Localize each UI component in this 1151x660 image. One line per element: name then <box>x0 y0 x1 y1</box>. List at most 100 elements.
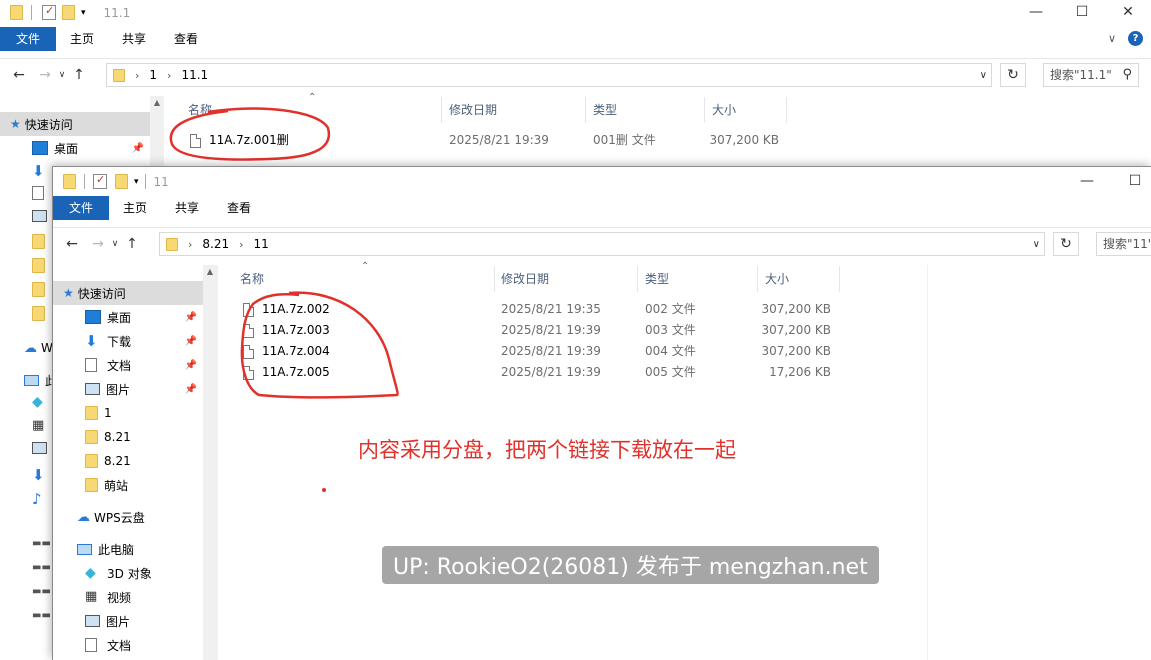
nav-item[interactable]: 1 <box>53 401 203 425</box>
column-divider[interactable] <box>441 97 442 123</box>
up-button[interactable]: ↑ <box>68 67 90 83</box>
breadcrumb-item[interactable]: 11 <box>254 237 269 251</box>
search-input[interactable]: 搜索"11" <box>1096 232 1151 256</box>
scroll-up-icon[interactable]: ▲ <box>150 96 164 110</box>
properties-icon[interactable] <box>42 4 56 20</box>
tab-share[interactable]: 共享 <box>108 27 160 51</box>
breadcrumb-item[interactable]: 8.21 <box>202 237 229 251</box>
chevron-down-icon[interactable]: ▾ <box>134 177 139 187</box>
properties-icon[interactable] <box>93 173 107 189</box>
tab-view[interactable]: 查看 <box>213 196 265 220</box>
tab-home[interactable]: 主页 <box>56 27 108 51</box>
pin-icon[interactable]: 📌 <box>185 384 197 395</box>
column-divider[interactable] <box>637 266 638 292</box>
recent-locations-button[interactable]: ∨ <box>56 70 68 80</box>
refresh-button[interactable]: ↻ <box>1000 63 1026 87</box>
column-header-size[interactable]: 大小 <box>765 266 789 292</box>
minimize-button[interactable]: — <box>1064 169 1110 194</box>
nav-item-desktop[interactable]: 桌面 📌 <box>0 136 150 160</box>
column-header-date[interactable]: 修改日期 <box>501 266 549 292</box>
nav-item[interactable]: 图片 📌 <box>53 377 203 401</box>
nav-quick-access[interactable]: ★ 快速访问 <box>53 281 203 305</box>
column-header-type[interactable]: 类型 <box>645 266 669 292</box>
scroll-up-icon[interactable]: ▲ <box>203 265 217 279</box>
tab-home[interactable]: 主页 <box>109 196 161 220</box>
pin-icon[interactable]: 📌 <box>185 312 197 323</box>
maximize-button[interactable]: ☐ <box>1059 0 1105 25</box>
drive-icon: ▬▬ <box>32 562 51 573</box>
nav-item[interactable]: 文档 <box>53 633 203 657</box>
nav-item-this-pc[interactable]: 此电脑 <box>53 537 203 561</box>
cloud-icon: ☁ <box>77 509 90 525</box>
tab-file[interactable]: 文件 <box>0 27 56 51</box>
up-button[interactable]: ↑ <box>121 236 143 252</box>
nav-item-wps[interactable]: ☁ W <box>24 336 53 360</box>
nav-scrollbar[interactable]: ▲ <box>203 265 217 660</box>
new-folder-icon[interactable] <box>62 5 75 20</box>
column-divider[interactable] <box>786 97 787 123</box>
folder-icon <box>85 430 104 444</box>
forward-button[interactable]: → <box>34 67 56 83</box>
close-button[interactable]: ✕ <box>1105 0 1151 25</box>
new-folder-icon[interactable] <box>115 174 128 189</box>
search-input[interactable]: 搜索"11.1" ⚲ <box>1043 63 1139 87</box>
chevron-down-icon[interactable]: ▾ <box>81 8 86 18</box>
nav-quick-access[interactable]: ★ 快速访问 <box>0 112 150 136</box>
file-name-cell: 11A.7z.001删 <box>190 130 289 151</box>
desktop-icon <box>32 514 50 538</box>
red-dot-mark <box>322 488 326 492</box>
expand-ribbon-icon[interactable]: ∨ <box>1108 32 1116 45</box>
help-icon[interactable]: ? <box>1128 31 1143 46</box>
forward-button[interactable]: → <box>87 236 109 252</box>
column-header-name[interactable]: 名称 <box>188 97 212 123</box>
pane-divider <box>217 265 218 660</box>
column-divider[interactable] <box>704 97 705 123</box>
tab-share[interactable]: 共享 <box>161 196 213 220</box>
pin-icon[interactable]: 📌 <box>185 360 197 371</box>
column-divider[interactable] <box>839 266 840 292</box>
nav-item[interactable]: ◆ 3D 对象 <box>53 561 203 585</box>
nav-label: 此电脑 <box>98 542 135 557</box>
nav-item[interactable]: ⬇ 下载 📌 <box>53 329 203 353</box>
back-button[interactable]: ← <box>61 236 83 252</box>
column-divider[interactable] <box>585 97 586 123</box>
column-header-name[interactable]: 名称 <box>240 266 264 292</box>
column-divider[interactable] <box>757 266 758 292</box>
nav-item[interactable]: 文档 📌 <box>53 353 203 377</box>
tab-view[interactable]: 查看 <box>160 27 212 51</box>
breadcrumb-item[interactable]: 1 <box>149 68 157 82</box>
pin-icon[interactable]: 📌 <box>185 336 197 347</box>
pin-icon[interactable]: 📌 <box>132 143 144 154</box>
nav-label: 文档 <box>107 638 132 653</box>
column-divider[interactable] <box>494 266 495 292</box>
nav-item-wps[interactable]: ☁ WPS云盘 <box>53 505 203 529</box>
back-button[interactable]: ← <box>8 67 30 83</box>
picture-icon <box>32 442 50 466</box>
column-header-type[interactable]: 类型 <box>593 97 617 123</box>
tab-file[interactable]: 文件 <box>53 196 109 220</box>
star-icon: ★ <box>63 286 74 300</box>
minimize-button[interactable]: — <box>1013 0 1059 25</box>
maximize-button[interactable]: ☐ <box>1112 169 1151 194</box>
column-header-size[interactable]: 大小 <box>712 97 736 123</box>
nav-item[interactable]: ▦ 视频 <box>53 585 203 609</box>
document-icon <box>85 638 107 652</box>
file-icon <box>243 323 254 338</box>
chevron-down-icon[interactable]: ∨ <box>980 70 987 81</box>
chevron-down-icon[interactable]: ∨ <box>1033 239 1040 250</box>
chevron-right-icon: › <box>188 237 193 251</box>
nav-item[interactable]: 8.21 <box>53 425 203 449</box>
breadcrumb-item[interactable]: 11.1 <box>181 68 208 82</box>
video-icon: ▦ <box>32 418 45 433</box>
column-header-date[interactable]: 修改日期 <box>449 97 497 123</box>
nav-item[interactable]: 桌面 📌 <box>53 305 203 329</box>
nav-item[interactable]: 图片 <box>53 609 203 633</box>
nav-item[interactable]: 8.21 <box>53 449 203 473</box>
address-bar[interactable]: › 8.21 › 11 ∨ <box>159 232 1045 256</box>
file-type: 002 文件 <box>645 302 696 316</box>
refresh-button[interactable]: ↻ <box>1053 232 1079 256</box>
address-bar[interactable]: › 1 › 11.1 ∨ <box>106 63 992 87</box>
recent-locations-button[interactable]: ∨ <box>109 239 121 249</box>
nav-item[interactable]: 萌站 <box>53 473 203 497</box>
nav-label: 文档 <box>107 358 132 373</box>
